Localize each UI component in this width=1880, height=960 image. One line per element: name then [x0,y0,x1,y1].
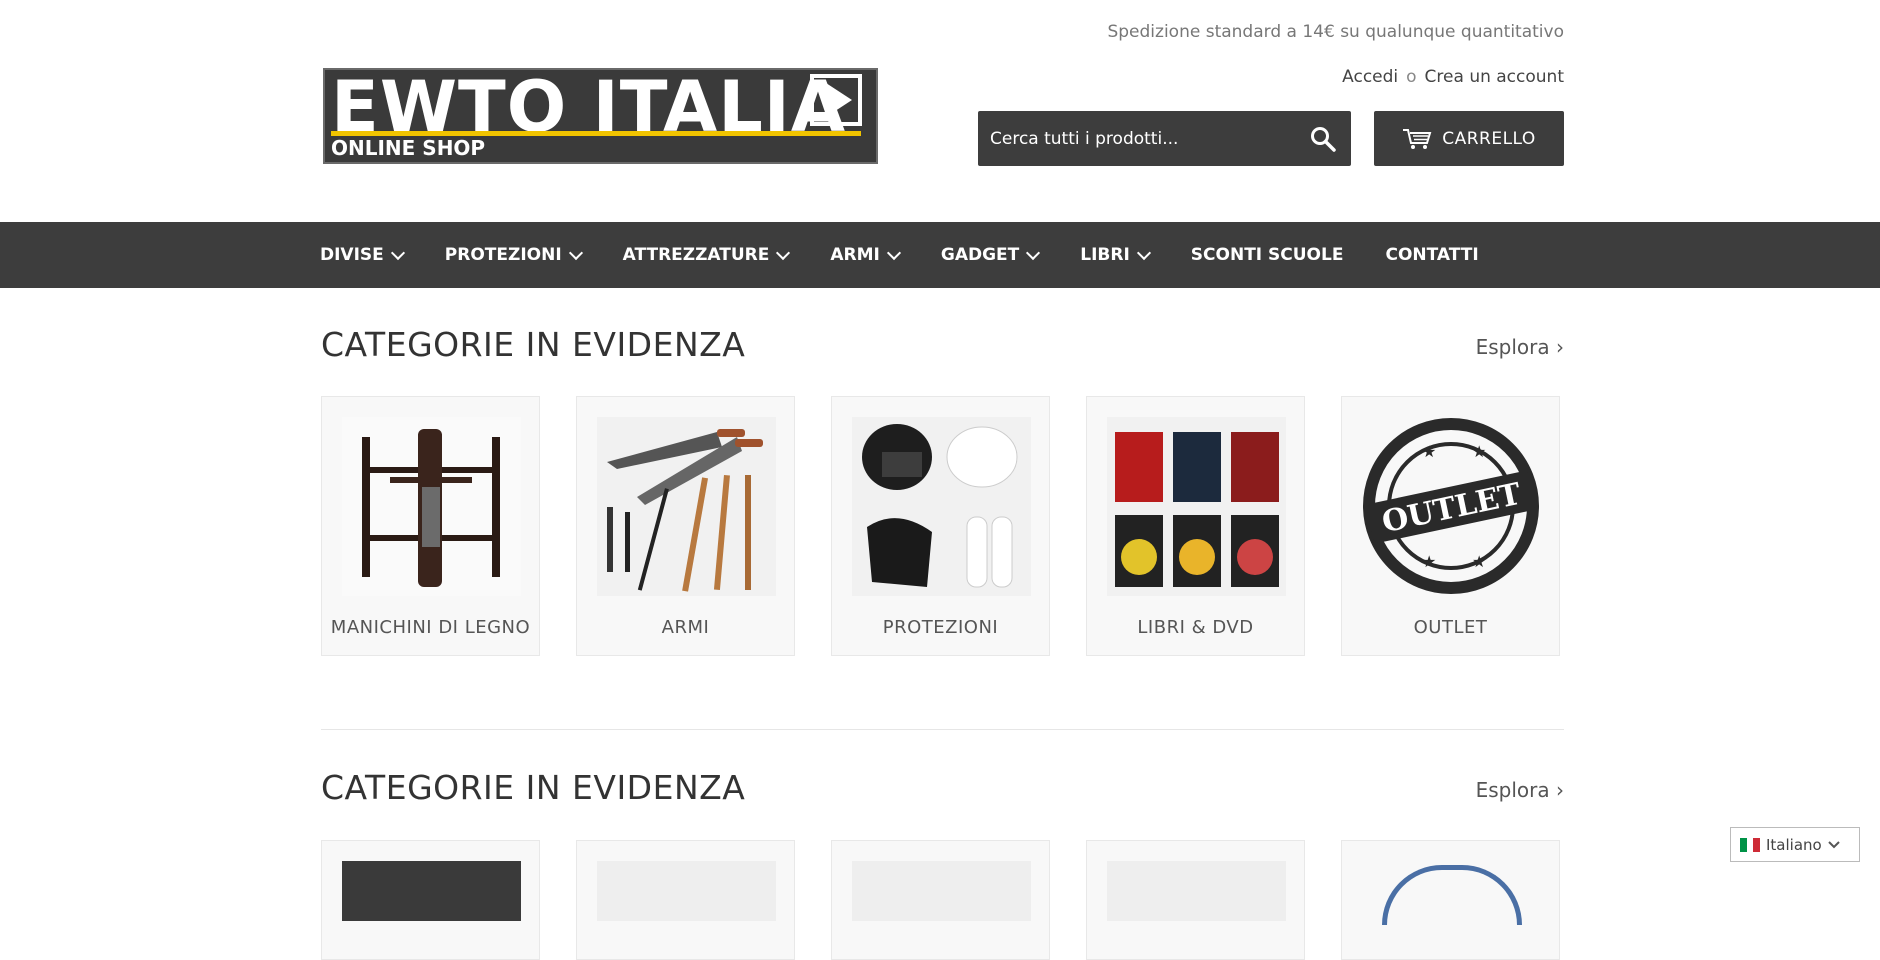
search-form [978,111,1351,166]
section-title: CATEGORIE IN EVIDENZA [321,325,746,364]
search-input[interactable] [978,111,1288,166]
section-divider [321,729,1564,730]
explore-link[interactable]: Esplora › [1476,335,1564,359]
search-icon [1311,127,1336,152]
nav-item-gadget[interactable]: GADGET [941,245,1041,265]
books-image [1107,417,1286,596]
category-card-armi[interactable]: ARMI [576,396,795,656]
login-link[interactable]: Accedi [1342,67,1398,87]
category-card-manichini[interactable]: MANICHINI DI LEGNO [321,396,540,656]
nav-item-libri[interactable]: LIBRI [1080,245,1151,265]
category-image [597,861,776,921]
category-card-protezioni[interactable]: PROTEZIONI [831,396,1050,656]
search-button[interactable] [1309,125,1337,153]
logo-subtitle: ONLINE SHOP [331,136,486,160]
svg-text:★: ★ [1472,552,1486,571]
wooden-dummy-image [342,417,521,596]
italy-flag-icon [1740,837,1761,852]
svg-text:OUTLET: OUTLET [1379,477,1525,541]
chevron-down-icon [776,245,791,260]
category-card[interactable] [576,840,795,960]
category-card[interactable] [831,840,1050,960]
shipping-notice: Spedizione standard a 14€ su qualunque q… [1107,22,1564,42]
register-link[interactable]: Crea un account [1425,67,1564,87]
outlet-stamp-image: OUTLET ★ ★ ★ ★ [1363,418,1539,594]
svg-text:★: ★ [1422,442,1436,461]
weapons-image [597,417,776,596]
category-card[interactable] [1086,840,1305,960]
nav-item-sconti-scuole[interactable]: SCONTI SCUOLE [1191,245,1344,265]
category-card-libri-dvd[interactable]: LIBRI & DVD [1086,396,1305,656]
cart-label: CARRELLO [1442,128,1536,149]
language-selector[interactable]: Italiano [1730,827,1860,862]
category-label: MANICHINI DI LEGNO [330,617,531,638]
category-label: LIBRI & DVD [1137,617,1254,638]
nav-item-attrezzature[interactable]: ATTREZZATURE [623,245,791,265]
category-image [852,861,1031,921]
category-card[interactable] [1341,840,1560,960]
or-separator: o [1406,67,1417,87]
category-card[interactable] [321,840,540,960]
cart-icon [1403,128,1432,149]
category-card-outlet[interactable]: OUTLET ★ ★ ★ ★ OUTLET [1341,396,1560,656]
chevron-down-icon [568,245,583,260]
chevron-down-icon [1136,245,1151,260]
category-label: OUTLET [1413,617,1488,638]
chevron-down-icon [1026,245,1041,260]
account-links: Accedi o Crea un account [1342,67,1564,87]
nav-item-protezioni[interactable]: PROTEZIONI [445,245,583,265]
section-title: CATEGORIE IN EVIDENZA [321,768,746,807]
category-image [342,861,521,921]
store-logo[interactable]: EWTO ITALIA ONLINE SHOP [323,68,878,164]
svg-text:★: ★ [1422,552,1436,571]
category-label: PROTEZIONI [882,617,999,638]
nav-item-divise[interactable]: DIVISE [320,245,405,265]
language-label: Italiano [1766,835,1822,854]
chevron-down-icon [1828,840,1840,848]
category-image [1107,861,1286,921]
chevron-down-icon [390,245,405,260]
nav-item-armi[interactable]: ARMI [830,245,901,265]
explore-link[interactable]: Esplora › [1476,778,1564,802]
svg-text:★: ★ [1472,442,1486,461]
main-navigation: DIVISE PROTEZIONI ATTREZZATURE ARMI GADG… [0,222,1880,288]
category-label: ARMI [661,617,710,638]
chevron-down-icon [886,245,901,260]
cart-button[interactable]: CARRELLO [1374,111,1564,166]
featured-categories-2 [321,840,1560,960]
protections-image [852,417,1031,596]
play-icon [810,74,862,126]
featured-categories: MANICHINI DI LEGNO ARMI PROTEZIONI LIBRI… [321,396,1560,656]
category-image [1382,865,1522,925]
nav-item-contatti[interactable]: CONTATTI [1385,245,1478,265]
